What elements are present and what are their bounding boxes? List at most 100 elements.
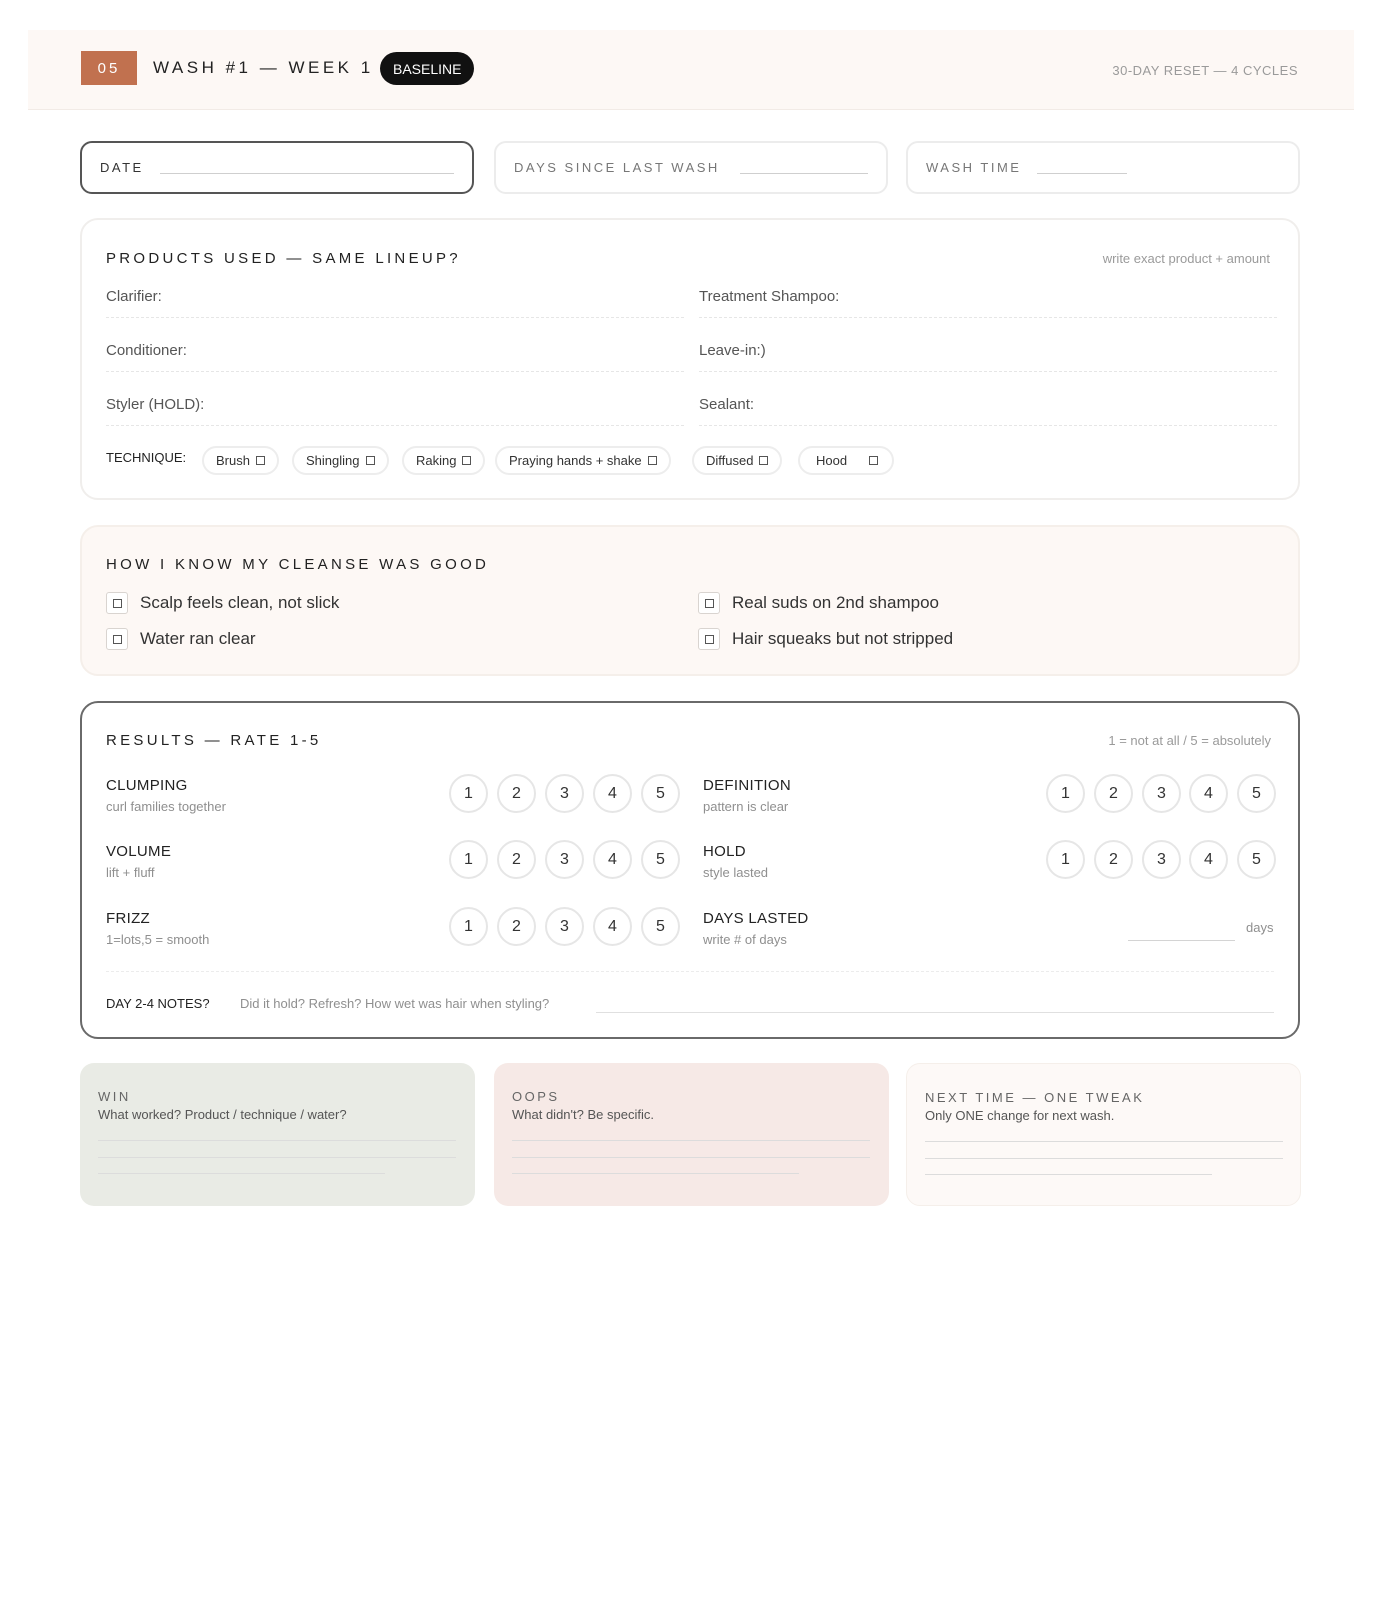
products-note: write exact product + amount xyxy=(1102,251,1270,266)
volume-sub: lift + fluff xyxy=(106,865,155,880)
program-label: 30-DAY RESET — 4 CYCLES xyxy=(1112,63,1298,78)
technique-chip-hood[interactable]: Hood xyxy=(798,446,895,475)
sealant-row[interactable]: Sealant: xyxy=(699,396,1277,426)
sealant-label: Sealant: xyxy=(699,396,755,413)
cleanse-check-squeaks[interactable]: Hair squeaks but not stripped xyxy=(698,628,953,650)
cleanse-check-label: Water ran clear xyxy=(140,629,256,648)
leavein-label: Leave-in:) xyxy=(699,342,766,359)
volume-rating-4[interactable]: 4 xyxy=(593,840,632,879)
hold-rating-2[interactable]: 2 xyxy=(1094,840,1133,879)
wash-time-line xyxy=(1037,173,1128,174)
clarifier-row[interactable]: Clarifier: xyxy=(106,288,684,318)
technique-chip-praying-hands[interactable]: Praying hands + shake xyxy=(495,446,671,475)
definition-rating-1[interactable]: 1 xyxy=(1046,774,1085,813)
definition-sub: pattern is clear xyxy=(703,799,789,814)
technique-chip-diffused[interactable]: Diffused xyxy=(692,446,783,475)
hold-rating-1[interactable]: 1 xyxy=(1046,840,1085,879)
hold-rating-3[interactable]: 3 xyxy=(1142,840,1181,879)
notes-label: DAY 2-4 NOTES? xyxy=(106,996,210,1011)
oops-title: OOPS xyxy=(512,1089,560,1104)
next-time-box[interactable]: NEXT TIME — ONE TWEAK Only ONE change fo… xyxy=(906,1063,1301,1206)
technique-chip-shingling[interactable]: Shingling xyxy=(292,446,389,475)
clumping-rating-3[interactable]: 3 xyxy=(545,774,584,813)
definition-rating-4[interactable]: 4 xyxy=(1189,774,1228,813)
next-time-title: NEXT TIME — ONE TWEAK xyxy=(925,1090,1145,1105)
frizz-rating-4[interactable]: 4 xyxy=(593,907,632,946)
days-lasted-line[interactable] xyxy=(1128,940,1235,941)
days-since-field[interactable]: DAYS SINCE LAST WASH xyxy=(494,141,888,194)
clumping-rating-4[interactable]: 4 xyxy=(593,774,632,813)
frizz-rating-3[interactable]: 3 xyxy=(545,907,584,946)
clumping-rating-5[interactable]: 5 xyxy=(641,774,680,813)
checkbox-icon xyxy=(462,456,472,465)
write-line xyxy=(98,1140,456,1141)
write-line xyxy=(925,1158,1283,1159)
page-title: WASH #1 — WEEK 1 xyxy=(153,58,374,77)
checkbox[interactable] xyxy=(698,628,720,650)
volume-rating-1[interactable]: 1 xyxy=(449,840,488,879)
write-line xyxy=(98,1173,385,1174)
hold-label: HOLD xyxy=(703,843,746,860)
oops-box[interactable]: OOPS What didn't? Be specific. xyxy=(494,1063,889,1206)
treatment-label: Treatment Shampoo: xyxy=(699,288,840,305)
clumping-rating-1[interactable]: 1 xyxy=(449,774,488,813)
cleanse-check-water[interactable]: Water ran clear xyxy=(106,628,256,650)
write-line xyxy=(925,1141,1283,1142)
frizz-sub: 1=lots,5 = smooth xyxy=(106,932,210,947)
cleanse-check-scalp[interactable]: Scalp feels clean, not slick xyxy=(106,592,339,614)
write-line xyxy=(512,1140,870,1141)
hold-rating-5[interactable]: 5 xyxy=(1237,840,1276,879)
checkbox-icon xyxy=(365,456,375,465)
clumping-rating-2[interactable]: 2 xyxy=(497,774,536,813)
cleanse-check-label: Real suds on 2nd shampoo xyxy=(732,593,939,612)
technique-chip-brush[interactable]: Brush xyxy=(202,446,279,475)
clarifier-label: Clarifier: xyxy=(106,288,162,305)
checkbox-icon xyxy=(869,456,879,465)
results-title: RESULTS — RATE 1-5 xyxy=(106,732,322,749)
days-since-label: DAYS SINCE LAST WASH xyxy=(514,160,720,175)
treatment-row[interactable]: Treatment Shampoo: xyxy=(699,288,1277,318)
technique-label: TECHNIQUE: xyxy=(106,450,187,465)
date-field[interactable]: DATE xyxy=(80,141,474,194)
checkbox-icon xyxy=(759,456,769,465)
leavein-row[interactable]: Leave-in:) xyxy=(699,342,1277,372)
hold-rating-4[interactable]: 4 xyxy=(1189,840,1228,879)
results-divider xyxy=(106,971,1274,972)
checkbox-icon xyxy=(647,456,657,465)
hold-sub: style lasted xyxy=(703,865,769,880)
definition-rating-3[interactable]: 3 xyxy=(1142,774,1181,813)
write-line xyxy=(512,1173,799,1174)
notes-line[interactable] xyxy=(596,1012,1274,1013)
definition-rating-5[interactable]: 5 xyxy=(1237,774,1276,813)
oops-sub: What didn't? Be specific. xyxy=(512,1107,654,1122)
wash-time-label: WASH TIME xyxy=(926,160,1022,175)
volume-rating-2[interactable]: 2 xyxy=(497,840,536,879)
write-line xyxy=(925,1174,1212,1175)
volume-rating-3[interactable]: 3 xyxy=(545,840,584,879)
frizz-rating-2[interactable]: 2 xyxy=(497,907,536,946)
technique-chip-raking[interactable]: Raking xyxy=(402,446,486,475)
date-line xyxy=(159,173,454,174)
wash-time-field[interactable]: WASH TIME xyxy=(906,141,1300,194)
cleanse-check-suds[interactable]: Real suds on 2nd shampoo xyxy=(698,592,939,614)
frizz-rating-5[interactable]: 5 xyxy=(641,907,680,946)
write-line xyxy=(512,1157,870,1158)
win-box[interactable]: WIN What worked? Product / technique / w… xyxy=(80,1063,475,1206)
checkbox[interactable] xyxy=(698,592,720,614)
checkbox[interactable] xyxy=(106,628,128,650)
volume-rating-5[interactable]: 5 xyxy=(641,840,680,879)
definition-label: DEFINITION xyxy=(703,777,791,794)
clumping-sub: curl families together xyxy=(106,799,226,814)
days-unit: days xyxy=(1246,920,1274,935)
cleanse-title: HOW I KNOW MY CLEANSE WAS GOOD xyxy=(106,556,490,573)
frizz-rating-1[interactable]: 1 xyxy=(449,907,488,946)
checkbox[interactable] xyxy=(106,592,128,614)
win-title: WIN xyxy=(98,1089,131,1104)
conditioner-row[interactable]: Conditioner: xyxy=(106,342,684,372)
conditioner-label: Conditioner: xyxy=(106,342,187,359)
definition-rating-2[interactable]: 2 xyxy=(1094,774,1133,813)
styler-row[interactable]: Styler (HOLD): xyxy=(106,396,684,426)
checkbox-icon xyxy=(255,456,265,465)
styler-label: Styler (HOLD): xyxy=(106,396,205,413)
page-header: 05 WASH #1 — WEEK 1 BASELINE 30-DAY RESE… xyxy=(28,30,1354,110)
